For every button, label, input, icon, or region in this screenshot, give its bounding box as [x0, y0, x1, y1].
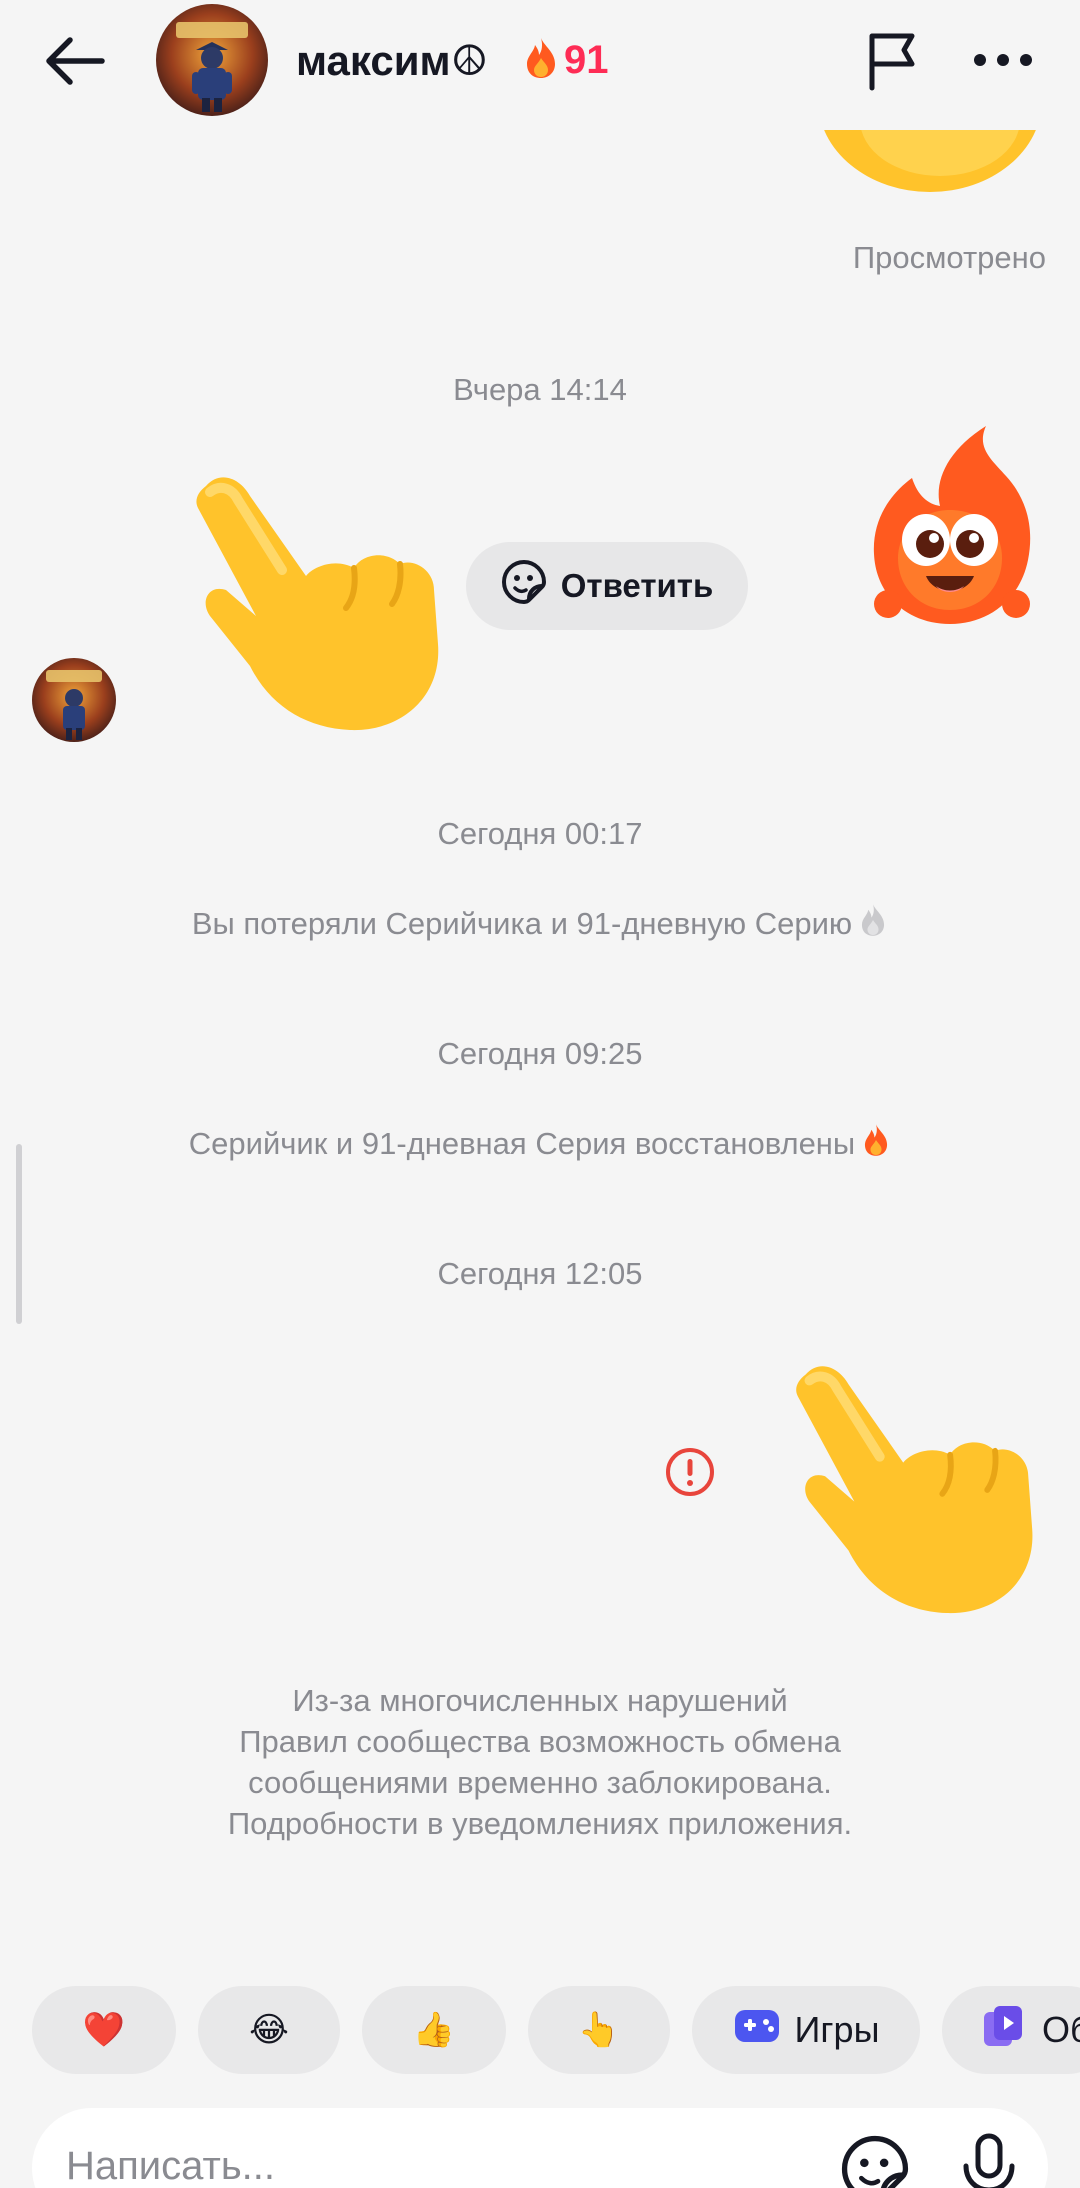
- microphone-icon[interactable]: [954, 2132, 1024, 2188]
- quick-reply-bar: ❤️ 😂 👍 👆 Игры Об: [0, 1986, 1080, 2076]
- pointing-emoji: 👆: [577, 2011, 621, 2049]
- notice-line: Правил сообщества возможность обмена: [239, 1724, 841, 1759]
- seen-status: Просмотрено: [852, 240, 1046, 275]
- avatar[interactable]: [156, 4, 268, 116]
- fire-icon: [861, 1122, 891, 1166]
- reply-button[interactable]: Ответить: [466, 542, 748, 630]
- more-features-label: Об: [1042, 2009, 1080, 2050]
- cards-icon: [980, 2002, 1028, 2059]
- sent-emoji-message-failed[interactable]: [786, 1352, 1040, 1622]
- timestamp: Сегодня 00:17: [437, 816, 643, 851]
- quick-reply-point[interactable]: 👆: [528, 1986, 670, 2074]
- laugh-emoji: 😂: [249, 2011, 289, 2049]
- sticker-icon[interactable]: [840, 2134, 910, 2188]
- thumbs-up-emoji: 👍: [412, 2011, 456, 2049]
- notice-line: Из-за многочисленных нарушений: [292, 1683, 788, 1718]
- streak-badge[interactable]: 91: [522, 36, 609, 85]
- games-label: Игры: [794, 2009, 880, 2050]
- fire-icon-gray: [858, 902, 888, 946]
- message-input[interactable]: Написать...: [32, 2108, 1048, 2188]
- streak-count: 91: [564, 38, 609, 82]
- flame-sticker-message[interactable]: [868, 420, 1036, 630]
- fire-icon: [522, 36, 560, 85]
- more-features-button[interactable]: Об: [942, 1986, 1080, 2074]
- quick-reply-heart[interactable]: ❤️: [32, 1986, 176, 2074]
- quick-reply-thumbs-up[interactable]: 👍: [362, 1986, 506, 2074]
- heart-emoji: ❤️: [82, 2011, 126, 2049]
- reply-label: Ответить: [560, 567, 714, 604]
- contact-name[interactable]: максим☮: [296, 36, 488, 85]
- system-message-streak-restored: Серийчик и 91-дневная Серия восстановлен…: [0, 1122, 1080, 1166]
- chat-header: максим☮ 91: [0, 0, 1080, 130]
- error-icon[interactable]: [664, 1446, 716, 1498]
- notice-line: Подробности в уведомлениях приложения.: [227, 1806, 853, 1841]
- sticker-icon: [501, 559, 547, 613]
- system-message-streak-lost: Вы потеряли Серийчика и 91-дневную Серию: [0, 902, 1080, 946]
- messaging-blocked-notice: Из-за многочисленных нарушений Правил со…: [140, 1680, 940, 1844]
- gamepad-icon: [733, 2006, 781, 2055]
- avatar[interactable]: [32, 658, 116, 742]
- flag-icon[interactable]: [862, 30, 924, 92]
- games-button[interactable]: Игры: [692, 1986, 920, 2074]
- message-input-placeholder[interactable]: Написать...: [66, 2144, 275, 2188]
- timestamp: Вчера 14:14: [453, 372, 627, 407]
- scrollbar[interactable]: [16, 1144, 22, 1324]
- received-emoji-message[interactable]: [186, 466, 446, 736]
- system-message-text: Вы потеряли Серийчика и 91-дневную Серию: [191, 906, 853, 941]
- back-arrow-icon[interactable]: [40, 26, 110, 96]
- notice-line: сообщениями временно заблокирована.: [248, 1765, 832, 1800]
- timestamp: Сегодня 09:25: [437, 1036, 643, 1071]
- timestamp: Сегодня 12:05: [437, 1256, 643, 1291]
- quick-reply-laugh[interactable]: 😂: [198, 1986, 340, 2074]
- more-icon[interactable]: [970, 30, 1036, 92]
- system-message-text: Серийчик и 91-дневная Серия восстановлен…: [188, 1126, 856, 1161]
